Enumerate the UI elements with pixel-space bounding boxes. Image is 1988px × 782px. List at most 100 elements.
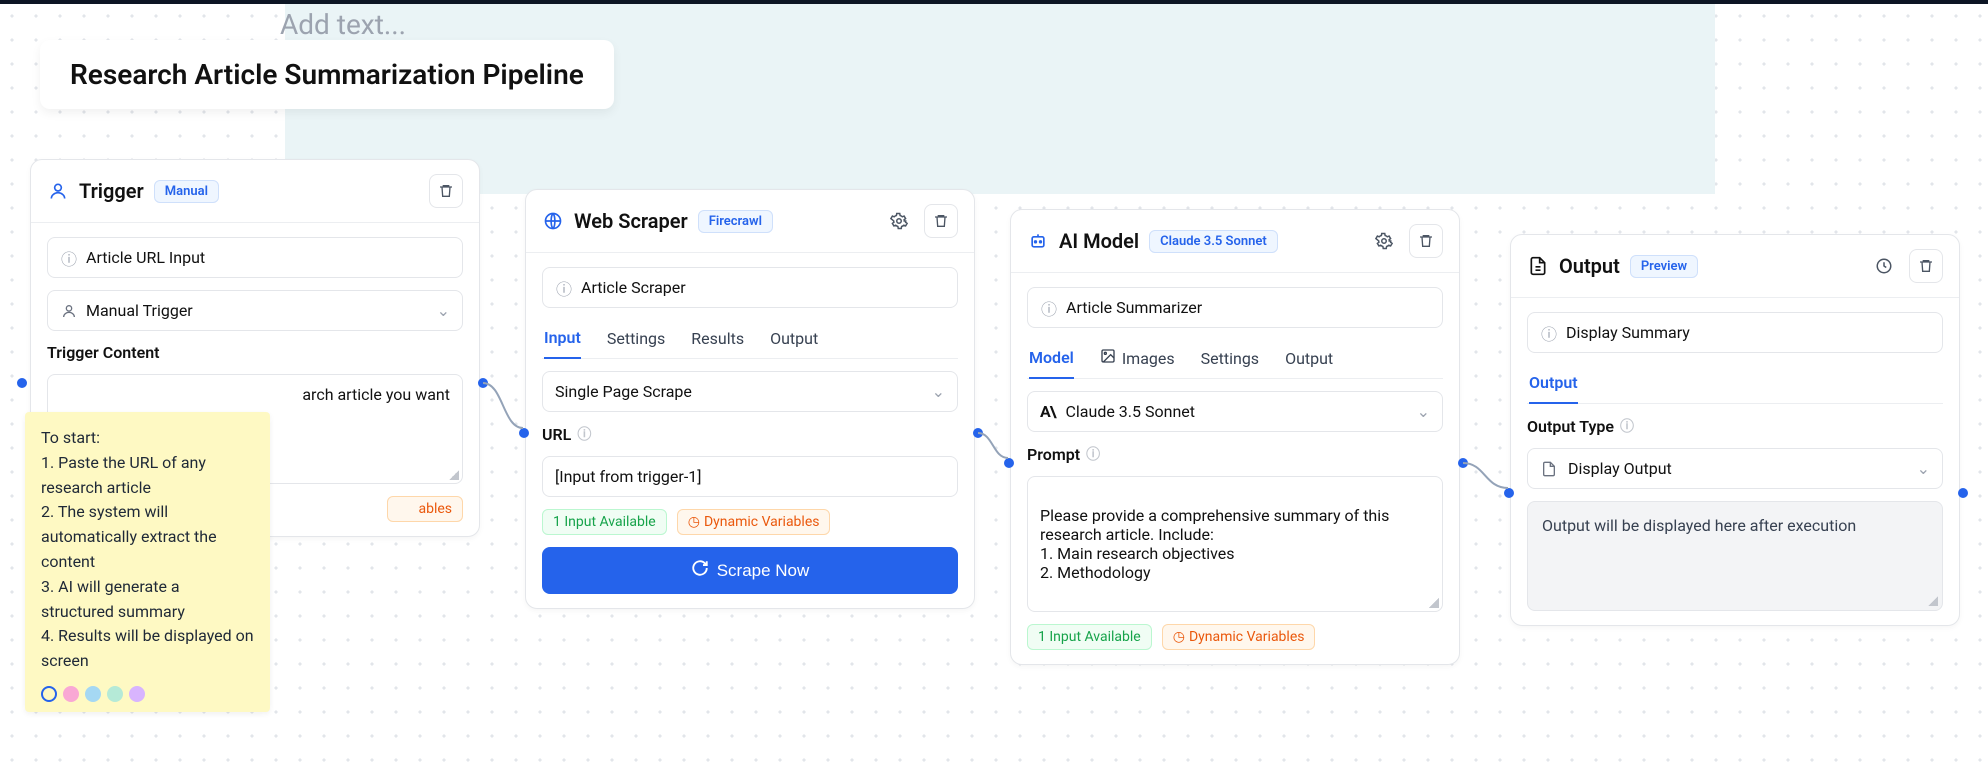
output-type-value: Display Output [1568, 459, 1672, 478]
ai-title: AI Model [1059, 229, 1139, 253]
tab-results[interactable]: Results [691, 320, 744, 358]
resize-handle-icon[interactable] [449, 470, 459, 480]
model-value: Claude 3.5 Sonnet [1066, 402, 1196, 421]
node-ai-model: AI Model Claude 3.5 Sonnet ⓘ Article Sum… [1010, 209, 1460, 665]
tab-model[interactable]: Model [1029, 340, 1074, 379]
add-text-placeholder[interactable]: Add text... [280, 8, 406, 41]
color-option-pink[interactable] [63, 686, 79, 702]
connection-line [483, 378, 525, 434]
ai-badge: Claude 3.5 Sonnet [1149, 230, 1278, 253]
node-output: Output Preview ⓘ Display Summary Output … [1510, 234, 1960, 626]
trigger-badge: Manual [154, 180, 219, 203]
info-icon: ⓘ [1620, 416, 1634, 436]
image-icon [1100, 348, 1116, 368]
info-icon: ⓘ [1040, 299, 1058, 317]
info-icon: ⓘ [555, 279, 573, 297]
tab-output[interactable]: Output [1285, 340, 1333, 378]
connection-line [1463, 458, 1510, 494]
output-badge: Preview [1630, 255, 1698, 278]
ai-name-input[interactable]: ⓘ Article Summarizer [1027, 287, 1443, 328]
info-icon: ⓘ [1540, 324, 1558, 342]
scraper-name-input[interactable]: ⓘ Article Scraper [542, 267, 958, 308]
resize-handle-icon[interactable] [1928, 596, 1938, 606]
settings-button[interactable] [882, 204, 916, 238]
chevron-down-icon: ⌄ [437, 301, 450, 320]
anthropic-icon: A\ [1040, 402, 1056, 421]
output-type-select[interactable]: Display Output ⌄ [1527, 448, 1943, 489]
info-icon: ⓘ [1086, 444, 1100, 464]
color-option-green[interactable] [107, 686, 123, 702]
port-output-out[interactable] [1958, 488, 1968, 498]
user-icon [60, 302, 78, 320]
url-label: URL ⓘ [542, 424, 958, 444]
tab-output[interactable]: Output [770, 320, 818, 358]
node-scraper: Web Scraper Firecrawl ⓘ Article Scraper … [525, 189, 975, 609]
sticky-note-text: To start: 1. Paste the URL of any resear… [41, 426, 254, 674]
info-icon: ⓘ [577, 424, 591, 444]
info-icon: ⓘ [60, 249, 78, 267]
ai-name-value: Article Summarizer [1066, 298, 1202, 317]
history-button[interactable] [1867, 249, 1901, 283]
output-tabs: Output [1527, 365, 1943, 404]
scrape-now-button[interactable]: Scrape Now [542, 547, 958, 594]
color-option-purple[interactable] [129, 686, 145, 702]
url-input[interactable] [542, 456, 958, 497]
trigger-name-input[interactable]: ⓘ Article URL Input [47, 237, 463, 278]
port-ai-in[interactable] [1004, 458, 1014, 468]
color-option-blue[interactable] [85, 686, 101, 702]
prompt-text: Please provide a comprehensive summary o… [1040, 506, 1389, 582]
tab-images[interactable]: Images [1100, 340, 1175, 378]
dynamic-variables-pill[interactable]: ables [387, 496, 463, 522]
scraper-badge: Firecrawl [698, 210, 773, 233]
user-icon [47, 180, 69, 202]
port-scraper-out[interactable] [973, 428, 983, 438]
dynamic-variables-pill[interactable]: ◷ Dynamic Variables [677, 509, 831, 535]
tab-settings[interactable]: Settings [607, 320, 665, 358]
clock-icon: ◷ [688, 514, 700, 530]
port-trigger-out[interactable] [478, 378, 488, 388]
dynamic-variables-pill[interactable]: ◷ Dynamic Variables [1162, 624, 1316, 650]
port-trigger-in[interactable] [17, 378, 27, 388]
refresh-icon [691, 559, 709, 582]
prompt-textarea[interactable]: Please provide a comprehensive summary o… [1027, 476, 1443, 612]
robot-icon [1027, 230, 1049, 252]
delete-button[interactable] [1909, 249, 1943, 283]
sticky-note[interactable]: To start: 1. Paste the URL of any resear… [25, 412, 270, 712]
output-type-label: Output Type ⓘ [1527, 416, 1943, 436]
prompt-label: Prompt ⓘ [1027, 444, 1443, 464]
model-select[interactable]: A\ Claude 3.5 Sonnet ⌄ [1027, 391, 1443, 432]
delete-button[interactable] [1409, 224, 1443, 258]
scraper-tabs: Input Settings Results Output [542, 320, 958, 359]
port-output-in[interactable] [1504, 488, 1514, 498]
output-display: Output will be displayed here after exec… [1527, 501, 1943, 611]
settings-button[interactable] [1367, 224, 1401, 258]
tab-output[interactable]: Output [1529, 365, 1578, 404]
ai-tabs: Model Images Settings Output [1027, 340, 1443, 379]
trigger-name-value: Article URL Input [86, 248, 205, 267]
color-option-selected[interactable] [41, 686, 57, 702]
scraper-title: Web Scraper [574, 209, 688, 233]
tab-input[interactable]: Input [544, 320, 581, 359]
document-icon [1527, 255, 1549, 277]
scraper-name-value: Article Scraper [581, 278, 686, 297]
port-ai-out[interactable] [1458, 458, 1468, 468]
document-icon [1540, 460, 1558, 478]
clock-icon: ◷ [1173, 629, 1185, 645]
trigger-type-select[interactable]: Manual Trigger ⌄ [47, 290, 463, 331]
pipeline-title: Research Article Summarization Pipeline [40, 40, 614, 109]
output-name-input[interactable]: ⓘ Display Summary [1527, 312, 1943, 353]
scrape-mode-select[interactable]: Single Page Scrape ⌄ [542, 371, 958, 412]
chevron-down-icon: ⌄ [932, 382, 945, 401]
trigger-title: Trigger [79, 179, 144, 203]
delete-button[interactable] [924, 204, 958, 238]
output-name-value: Display Summary [1566, 323, 1690, 342]
resize-handle-icon[interactable] [1429, 598, 1439, 608]
delete-button[interactable] [429, 174, 463, 208]
tab-settings[interactable]: Settings [1201, 340, 1259, 378]
input-available-pill[interactable]: 1 Input Available [1027, 624, 1152, 650]
sticky-color-picker [41, 686, 254, 702]
scrape-mode-value: Single Page Scrape [555, 382, 692, 401]
port-scraper-in[interactable] [519, 428, 529, 438]
trigger-content-text: arch article you want [302, 385, 450, 404]
input-available-pill[interactable]: 1 Input Available [542, 509, 667, 535]
